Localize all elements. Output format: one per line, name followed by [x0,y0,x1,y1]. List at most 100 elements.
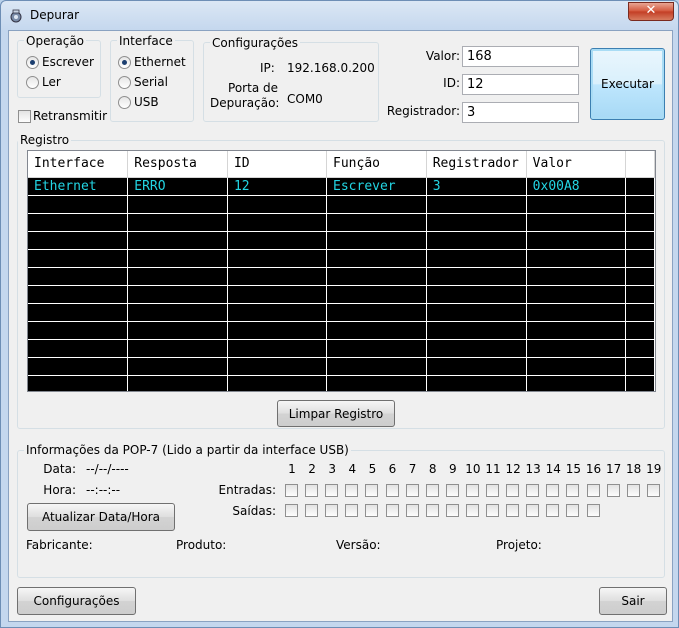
saida-checkbox[interactable] [526,504,540,517]
radio-serial[interactable] [118,76,131,89]
entrada-checkbox[interactable] [345,484,359,497]
table-row[interactable]: Ethernet ERRO 12 Escrever 3 0x00A8 [28,177,655,196]
pin-number: 11 [485,462,501,476]
radio-usb-label[interactable]: USB [134,95,159,109]
column-header[interactable]: ID [227,151,328,178]
saida-checkbox[interactable] [285,504,298,517]
saida-checkbox[interactable] [365,504,379,517]
table-cell [625,303,655,322]
radio-escrever-label[interactable]: Escrever [42,55,94,69]
entrada-checkbox[interactable] [305,484,319,497]
entrada-checkbox[interactable] [646,484,660,497]
saida-checkbox[interactable] [325,504,339,517]
pin-number: 19 [646,462,662,476]
radio-ethernet-label[interactable]: Ethernet [134,55,186,69]
limpar-registro-button[interactable]: Limpar Registro [277,400,395,427]
close-button[interactable]: ✕ [628,2,674,21]
table-row[interactable] [28,339,655,358]
produto-label: Produto: [176,538,227,552]
saida-checkbox[interactable] [566,504,580,517]
entrada-checkbox[interactable] [566,484,580,497]
entrada-checkbox[interactable] [285,484,298,497]
atualizar-data-hora-button[interactable]: Atualizar Data/Hora [27,503,175,531]
saida-checkbox[interactable] [486,504,499,517]
table-row[interactable] [28,249,655,268]
table-cell [227,339,328,358]
entrada-checkbox[interactable] [606,484,620,497]
entrada-checkbox[interactable] [486,484,499,497]
saida-checkbox[interactable] [506,504,520,517]
radio-usb[interactable] [118,96,131,109]
entrada-checkbox[interactable] [586,484,600,497]
table-row[interactable] [28,285,655,304]
table-row[interactable] [28,231,655,250]
saida-checkbox[interactable] [305,504,319,517]
radio-ethernet[interactable] [118,56,131,69]
entrada-checkbox[interactable] [365,484,379,497]
table-cell [227,357,328,376]
table-cell [625,357,655,376]
saida-checkbox[interactable] [546,504,560,517]
entrada-checkbox[interactable] [325,484,339,497]
saida-checkbox[interactable] [425,504,439,517]
executar-button[interactable]: Executar [590,48,665,120]
column-header[interactable]: Função [326,151,427,178]
retransmitir-checkbox[interactable] [18,110,31,123]
sair-button[interactable]: Sair [599,587,667,615]
table-row[interactable] [28,375,655,391]
table-cell [526,213,627,232]
table-row[interactable] [28,303,655,322]
saida-checkbox[interactable] [345,504,359,517]
column-header[interactable]: Valor [526,151,627,178]
table-cell [526,375,627,391]
column-header[interactable]: Registrador [426,151,527,178]
title-bar[interactable]: Depurar ✕ [1,1,678,31]
entrada-checkbox[interactable] [506,484,520,497]
table-cell [625,321,655,340]
radio-serial-label[interactable]: Serial [134,75,168,89]
table-row[interactable] [28,357,655,376]
table-cell [28,339,129,358]
entrada-checkbox[interactable] [526,484,540,497]
id-input[interactable]: 12 [462,74,579,95]
table-row[interactable] [28,213,655,232]
entrada-checkbox[interactable] [445,484,459,497]
registro-grid[interactable]: Interface Resposta ID Função Registrador Valo… [27,150,656,392]
registrador-input[interactable]: 3 [462,102,579,123]
radio-ler-label[interactable]: Ler [42,75,61,89]
table-row[interactable] [28,267,655,286]
saida-checkbox[interactable] [385,504,399,517]
radio-ler[interactable] [26,76,39,89]
entrada-checkbox[interactable] [465,484,479,497]
saida-checkbox[interactable] [405,504,419,517]
column-header-filler [625,151,655,178]
entrada-checkbox[interactable] [405,484,419,497]
retransmitir-label[interactable]: Retransmitir [33,109,107,123]
table-cell [28,357,129,376]
table-row[interactable] [28,321,655,340]
table-row[interactable] [28,195,655,214]
table-cell [625,231,655,250]
table-cell: 3 [426,177,527,196]
saida-checkbox[interactable] [586,504,600,517]
saida-checkbox[interactable] [465,504,479,517]
pin-number: 9 [448,462,457,476]
entrada-checkbox[interactable] [626,484,640,497]
configuracoes-button[interactable]: Configurações [17,587,136,615]
entrada-checkbox[interactable] [425,484,439,497]
operacao-group: Operação [17,34,101,98]
column-header[interactable]: Interface [28,151,129,178]
column-header[interactable]: Resposta [127,151,228,178]
table-cell [326,375,427,391]
entrada-checkbox[interactable] [385,484,399,497]
table-cell [127,195,228,214]
entrada-checkbox[interactable] [546,484,560,497]
saida-checkbox[interactable] [445,504,459,517]
debug-window: Depurar ✕ Operação Escrever Ler Retransm… [0,0,679,628]
valor-input[interactable]: 168 [462,46,579,67]
table-cell [227,213,328,232]
table-cell [326,339,427,358]
pin-number: 8 [428,462,437,476]
radio-escrever[interactable] [26,56,39,69]
table-cell: ERRO [127,177,228,196]
